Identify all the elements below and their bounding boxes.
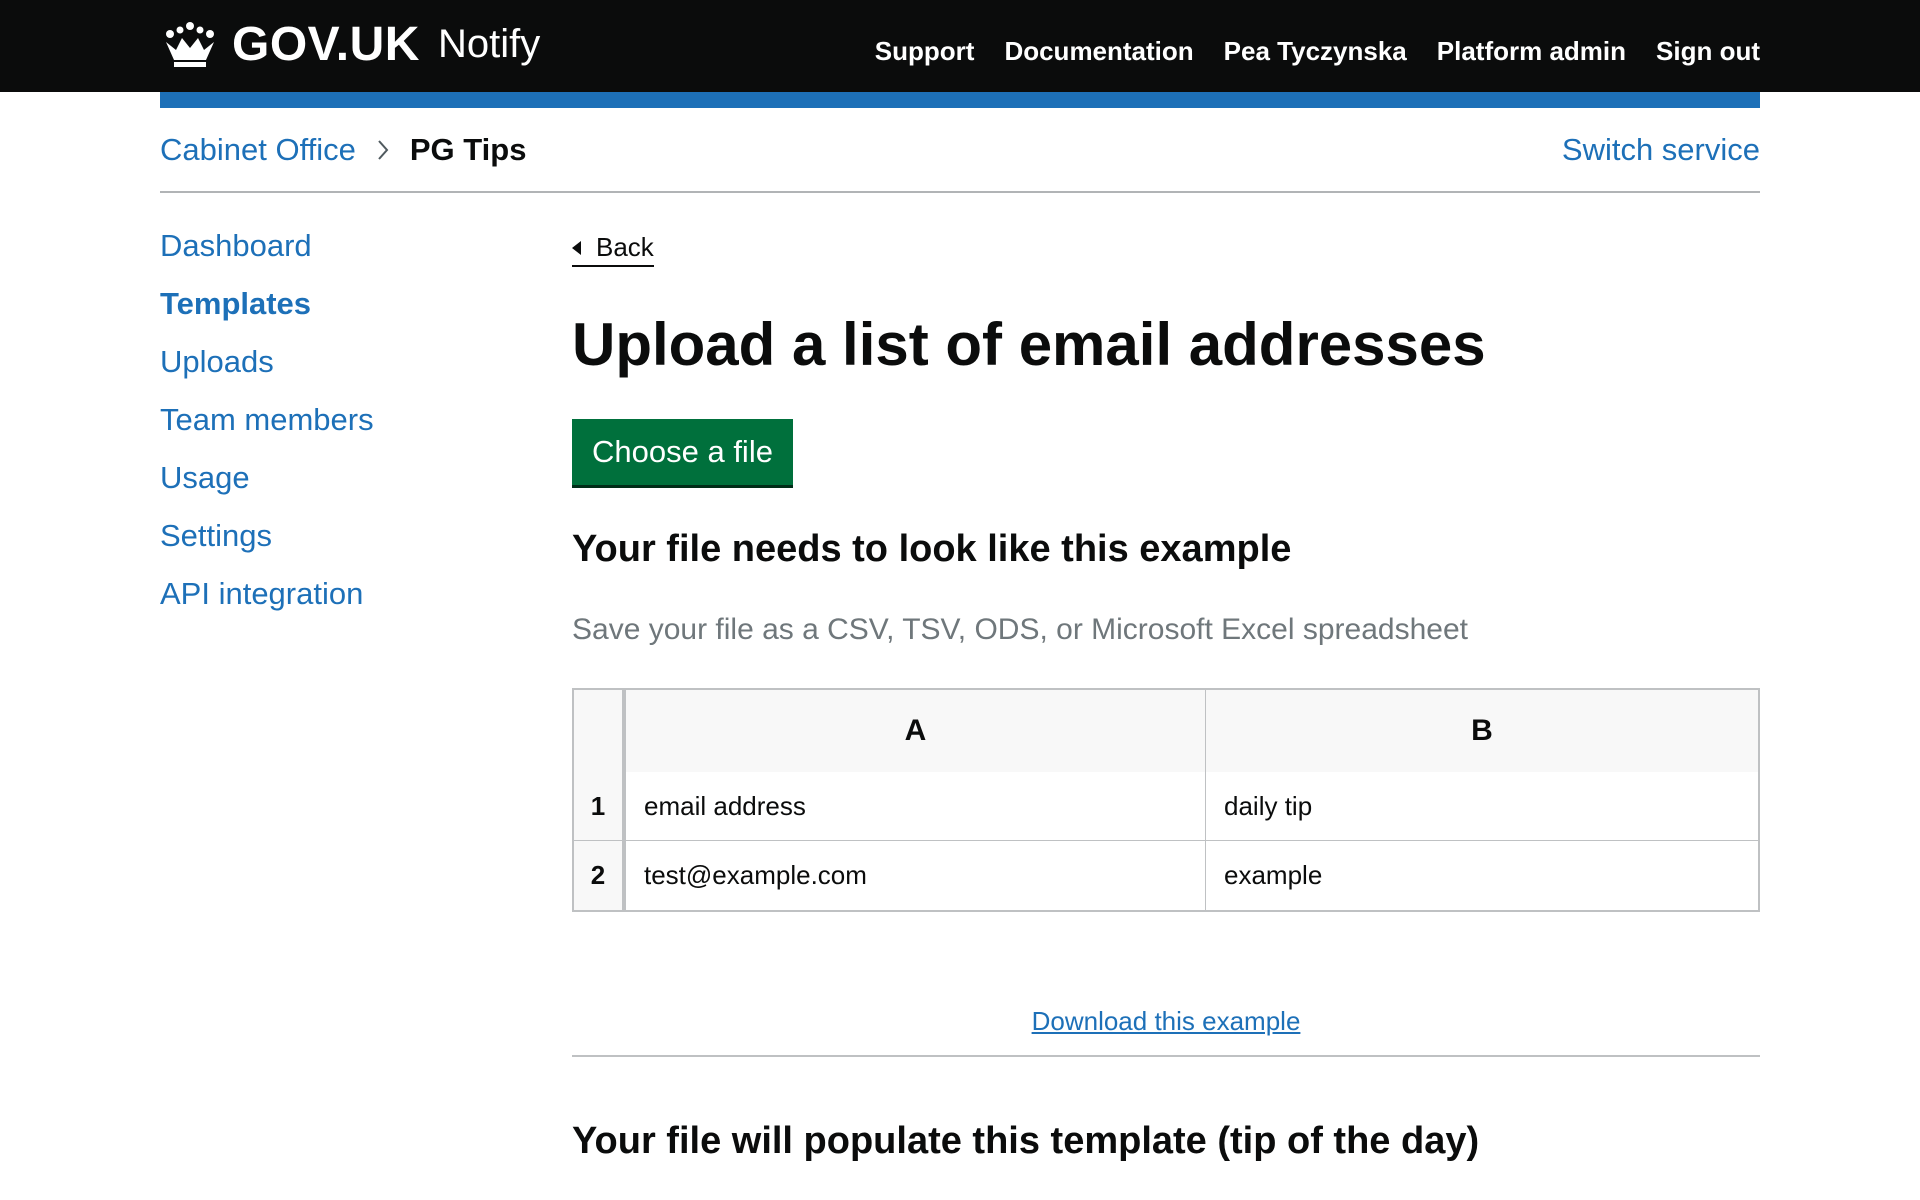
govuk-notify-logo[interactable]: GOV.UK Notify — [160, 14, 540, 74]
example-spreadsheet: A B 1 email address daily tip 2 test@exa… — [572, 688, 1760, 912]
back-link[interactable]: Back — [572, 232, 654, 267]
sidebar-item-team-members[interactable]: Team members — [160, 394, 540, 452]
service-navigation: Cabinet Office PG Tips Switch service — [160, 108, 1760, 193]
table-row: 2 test@example.com example — [574, 841, 1758, 910]
template-heading: Your file will populate this template (t… — [572, 1120, 1480, 1162]
logo-govuk-text: GOV.UK — [232, 17, 420, 71]
example-heading: Your file needs to look like this exampl… — [572, 528, 1292, 570]
sidebar-item-api-integration[interactable]: API integration — [160, 568, 540, 626]
nav-documentation-link[interactable]: Documentation — [1004, 36, 1193, 67]
choose-file-button[interactable]: Choose a file — [572, 419, 793, 485]
header-blue-bar — [160, 92, 1760, 108]
page-title: Upload a list of email addresses — [572, 311, 1486, 378]
nav-sign-out-link[interactable]: Sign out — [1656, 36, 1760, 67]
site-header: GOV.UK Notify Support Documentation Pea … — [0, 0, 1920, 92]
nav-support-link[interactable]: Support — [875, 36, 975, 67]
spreadsheet-header-row: A B — [574, 690, 1758, 772]
breadcrumb: Cabinet Office PG Tips — [160, 132, 526, 168]
back-link-label: Back — [596, 232, 654, 262]
table-cell: email address — [626, 772, 1206, 841]
sidebar-item-dashboard[interactable]: Dashboard — [160, 220, 540, 278]
sidebar-item-templates[interactable]: Templates — [160, 278, 540, 336]
column-header-b: B — [1206, 690, 1758, 772]
switch-service-link[interactable]: Switch service — [1562, 132, 1760, 168]
row-index: 1 — [574, 772, 626, 841]
file-format-hint: Save your file as a CSV, TSV, ODS, or Mi… — [572, 613, 1468, 646]
breadcrumb-organisation-link[interactable]: Cabinet Office — [160, 132, 356, 168]
table-cell: example — [1224, 860, 1323, 890]
sidebar-item-usage[interactable]: Usage — [160, 452, 540, 510]
download-example-link[interactable]: Download this example — [1032, 1006, 1301, 1036]
table-row: 1 email address daily tip — [574, 772, 1758, 841]
download-example-container: Download this example — [572, 1006, 1760, 1037]
back-arrow-icon — [572, 240, 581, 255]
sidebar-navigation: Dashboard Templates Uploads Team members… — [160, 220, 540, 626]
nav-platform-admin-link[interactable]: Platform admin — [1437, 36, 1626, 67]
chevron-right-icon — [378, 140, 389, 160]
table-cell: test@example.com — [626, 841, 1206, 910]
spreadsheet-corner-cell — [574, 690, 626, 772]
row-index: 2 — [574, 841, 626, 910]
nav-user-profile-link[interactable]: Pea Tyczynska — [1224, 36, 1407, 67]
column-header-a: A — [626, 690, 1206, 772]
logo-product-text: Notify — [437, 21, 541, 66]
header-navigation: Support Documentation Pea Tyczynska Plat… — [875, 36, 1760, 67]
sidebar-item-uploads[interactable]: Uploads — [160, 336, 540, 394]
section-divider — [572, 1055, 1760, 1057]
sidebar-item-settings[interactable]: Settings — [160, 510, 540, 568]
breadcrumb-current-service: PG Tips — [409, 132, 527, 167]
crown-icon — [166, 22, 214, 67]
table-cell: daily tip — [1206, 772, 1758, 841]
